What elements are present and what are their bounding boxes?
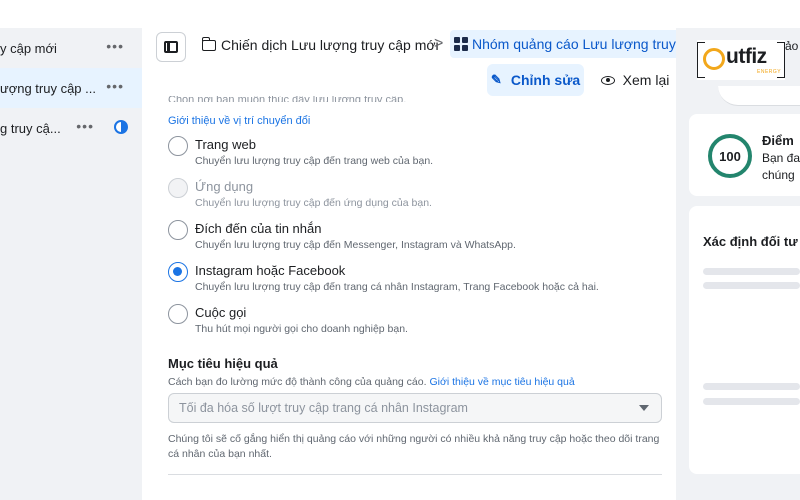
learn-conversion-link[interactable]: Giới thiệu về vị trí chuyển đổi (168, 115, 310, 127)
option-title: Trang web (195, 137, 256, 152)
dropdown-value: Tối đa hóa số lượt truy cập trang cá nhâ… (179, 401, 468, 415)
half-circle-status-icon (114, 120, 128, 134)
option-description: Thu hút mọi người gọi cho doanh nghiệp b… (195, 323, 408, 335)
folder-icon (202, 36, 216, 51)
sidebar-item-campaign[interactable]: y cập mới ••• (0, 28, 142, 68)
top-right-text: ảo (785, 39, 799, 53)
chevron-right-icon: > (434, 35, 444, 52)
toggle-sidebar-button[interactable] (156, 32, 186, 62)
section-description: Chọn nơi bạn muốn thúc đẩy lưu lượng tru… (168, 96, 407, 102)
skeleton-line (703, 268, 800, 275)
radio-button[interactable] (168, 220, 188, 240)
sidebar-item-ad[interactable]: g truy cậ... ••• (0, 108, 142, 148)
option-description: Chuyển lưu lượng truy cập đến Messenger,… (195, 239, 516, 251)
edit-button[interactable]: ✎ Chỉnh sửa (487, 64, 584, 96)
adset-grid-icon (454, 37, 468, 51)
radio-button (168, 178, 188, 198)
logo-o-ring (703, 48, 725, 70)
sidebar-item-label: ượng truy cập ... (0, 80, 96, 96)
logo-bracket (777, 42, 785, 78)
breadcrumb-campaign[interactable]: Chiến dịch Lưu lượng truy cập mới (202, 36, 439, 53)
card-edge (718, 86, 800, 106)
pencil-icon: ✎ (490, 72, 502, 87)
score-ring: 100 (708, 134, 752, 178)
score-text-line: chúng (762, 168, 795, 182)
option-title: Cuộc gọi (195, 305, 247, 320)
more-options-icon[interactable]: ••• (76, 118, 94, 134)
option-description: Chuyển lưu lượng truy cập đến ứng dụng c… (195, 197, 432, 209)
caret-down-icon (639, 405, 649, 411)
breadcrumb-campaign-label: Chiến dịch Lưu lượng truy cập mới (221, 37, 439, 53)
performance-goal-title: Mục tiêu hiệu quả (168, 356, 278, 371)
sidebar-item-label: g truy cậ... (0, 120, 61, 136)
more-options-icon[interactable]: ••• (106, 38, 124, 54)
opportunity-score-card: 100 Điểm Bạn đa chúng (689, 114, 800, 196)
more-options-icon[interactable]: ••• (106, 78, 124, 94)
divider (168, 474, 662, 475)
audience-title: Xác định đối tư (703, 234, 798, 249)
score-text-line: Bạn đa (762, 151, 800, 165)
option-title: Đích đến của tin nhắn (195, 221, 322, 236)
score-title: Điểm (762, 133, 794, 148)
radio-button[interactable] (168, 304, 188, 324)
campaign-tree-sidebar: y cập mới ••• ượng truy cập ... ••• g tr… (0, 28, 142, 500)
option-description: Chuyển lưu lượng truy cập đến trang cá n… (195, 281, 599, 293)
radio-button-selected[interactable] (168, 262, 188, 282)
sidebar-panel-icon (164, 41, 178, 53)
review-button[interactable]: Xem lại (598, 64, 672, 96)
option-title: Instagram hoặc Facebook (195, 263, 346, 278)
breadcrumb-adset[interactable]: Nhóm quảng cáo Lưu lượng truy cập (450, 30, 682, 58)
logo-wordmark: utfiz (726, 45, 767, 68)
radio-button[interactable] (168, 136, 188, 156)
conversion-location-section: Chọn nơi bạn muốn thúc đẩy lưu lượng tru… (154, 96, 676, 500)
performance-goal-description: Cách bạn đo lường mức độ thành công của … (168, 376, 427, 388)
breadcrumb: Chiến dịch Lưu lượng truy cập mới > Nhóm… (142, 28, 682, 64)
sidebar-item-adset[interactable]: ượng truy cập ... ••• (0, 68, 142, 108)
sidebar-item-label: y cập mới (0, 40, 57, 56)
skeleton-line (703, 282, 800, 289)
skeleton-line (703, 398, 800, 405)
edit-button-label: Chỉnh sửa (510, 72, 581, 88)
option-title: Ứng dụng (195, 179, 254, 194)
option-description: Chuyển lưu lượng truy cập đến trang web … (195, 155, 434, 167)
breadcrumb-adset-label: Nhóm quảng cáo Lưu lượng truy cập (472, 36, 682, 52)
audience-definition-card: Xác định đối tư (689, 206, 800, 474)
performance-goal-dropdown[interactable]: Tối đa hóa số lượt truy cập trang cá nhâ… (168, 393, 662, 423)
performance-goal-note: Chúng tôi sẽ cố gắng hiển thị quảng cáo … (168, 433, 660, 460)
review-button-label: Xem lại (622, 72, 670, 88)
outfiz-logo: utfiz ENERGY (697, 40, 785, 80)
learn-goal-link[interactable]: Giới thiệu về mục tiêu hiệu quả (429, 376, 574, 388)
eye-icon (600, 75, 615, 85)
skeleton-line (703, 383, 800, 390)
performance-goal-subtitle: Cách bạn đo lường mức độ thành công của … (168, 376, 575, 388)
